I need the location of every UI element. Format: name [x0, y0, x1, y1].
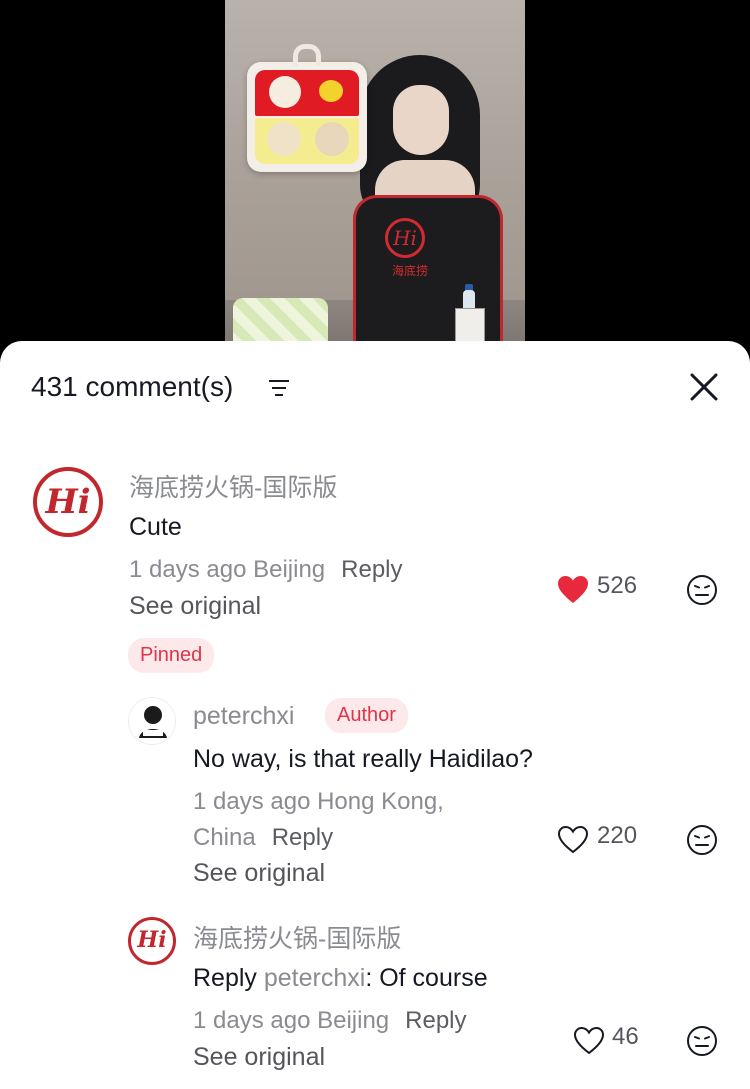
comment-username[interactable]: 海底捞火锅-国际版 — [129, 468, 337, 504]
video-frame[interactable]: Hi 海底捞 — [225, 0, 525, 360]
dislike-face-icon[interactable] — [686, 824, 718, 856]
reply-to-username[interactable]: peterchxi — [264, 964, 365, 992]
comment-time-location: 1 days ago Hong Kong, — [193, 788, 444, 815]
comment-time-location: 1 days ago Beijing — [193, 1007, 390, 1034]
pinned-badge: Pinned — [128, 638, 215, 673]
video-player[interactable]: Hi 海底捞 — [0, 0, 750, 360]
like-count: 526 — [597, 572, 638, 599]
reply-prefix: Reply — [193, 964, 257, 992]
comment-text: Reply peterchxi: Of course — [193, 964, 488, 993]
reply-button[interactable]: Reply — [405, 1007, 466, 1034]
user-avatar-icon — [139, 706, 167, 738]
dislike-face-icon[interactable] — [686, 574, 718, 606]
see-original-link[interactable]: See original — [129, 592, 261, 621]
haidilao-logo-icon[interactable]: Hi — [128, 917, 176, 965]
heart-outline-icon[interactable] — [573, 1026, 605, 1056]
comment-count: 431 comment(s) — [31, 371, 234, 402]
apron-hi-logo: Hi — [385, 218, 425, 258]
tray-red-section — [255, 70, 359, 116]
reply-body: : Of course — [365, 964, 488, 992]
comment-meta: China Reply — [193, 824, 333, 852]
avatar[interactable] — [128, 697, 176, 745]
comment-sheet: 431 comment(s) Hi 海底捞火锅-国际版 Cute 1 days … — [0, 341, 750, 1089]
tray-handle — [293, 44, 321, 66]
haidilao-logo-icon[interactable]: Hi — [33, 467, 103, 537]
comment-meta: 1 days ago Beijing Reply — [129, 556, 403, 584]
see-original-link[interactable]: See original — [193, 859, 325, 888]
comment-username[interactable]: 海底捞火锅-国际版 — [193, 919, 401, 955]
video-person-face — [393, 85, 449, 155]
close-icon[interactable] — [688, 371, 720, 403]
filter-icon[interactable] — [268, 379, 290, 397]
see-original-link[interactable]: See original — [193, 1043, 325, 1072]
like-count: 220 — [597, 822, 638, 849]
comment-sheet-header: 431 comment(s) — [0, 341, 750, 436]
reply-button[interactable]: Reply — [341, 556, 402, 583]
comment-username[interactable]: peterchxi — [193, 702, 294, 731]
comment-text: No way, is that really Haidilao? — [193, 745, 533, 773]
reply-button[interactable]: Reply — [272, 824, 333, 851]
heart-filled-icon[interactable] — [557, 575, 589, 605]
comment-location-cont: China — [193, 824, 256, 851]
video-tray — [247, 44, 367, 172]
dislike-face-icon[interactable] — [686, 1025, 718, 1057]
tray-yellow-section — [255, 118, 359, 164]
comment-time-location: 1 days ago Beijing — [129, 556, 326, 583]
apron-text: 海底捞 — [391, 264, 428, 278]
author-badge: Author — [325, 698, 408, 733]
comment-meta: 1 days ago Beijing Reply — [193, 1007, 467, 1035]
like-count: 46 — [612, 1023, 639, 1050]
comment-text: Cute — [129, 513, 182, 541]
heart-outline-icon[interactable] — [557, 825, 589, 855]
